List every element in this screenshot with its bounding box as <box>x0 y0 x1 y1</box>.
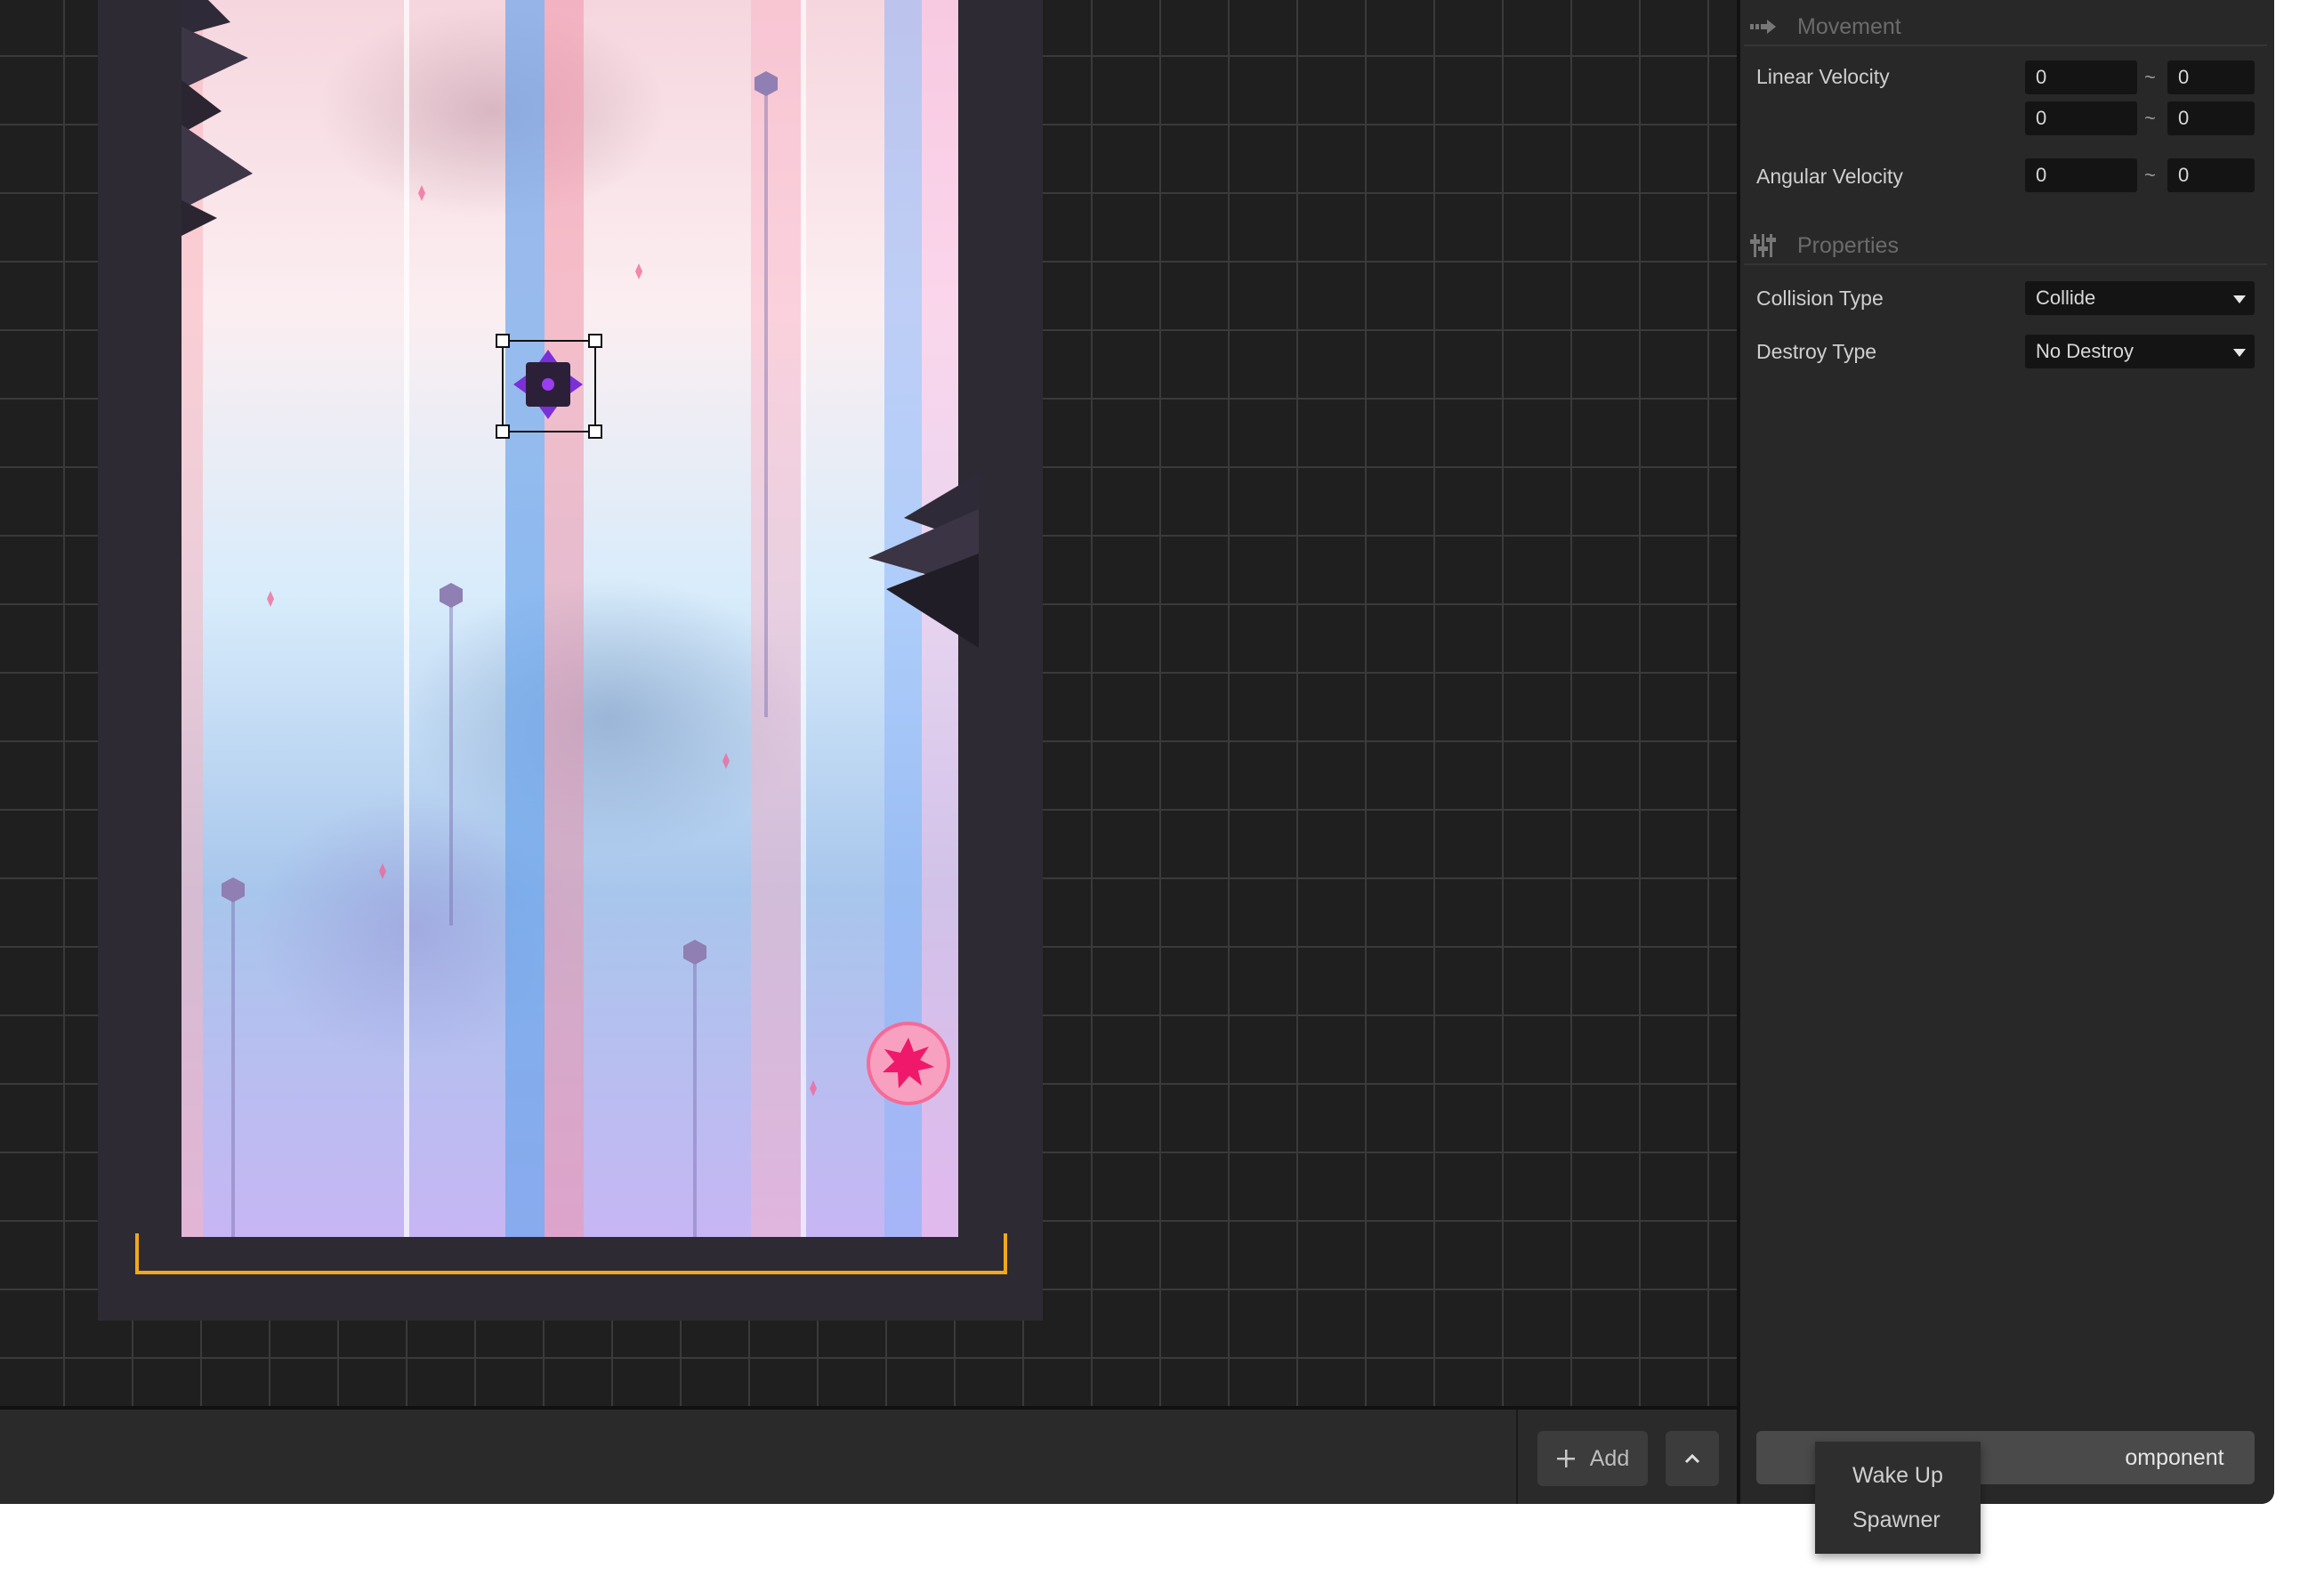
scene-stripe <box>545 0 584 1237</box>
menu-item-wake-up[interactable]: Wake Up <box>1852 1463 1943 1489</box>
resize-handle-bottom-right[interactable] <box>588 424 602 439</box>
inspector-panel <box>1737 0 2274 1504</box>
sparkle-icon <box>267 591 274 607</box>
angular-velocity-min-input[interactable]: 0 <box>2025 158 2137 192</box>
add-button[interactable]: Add <box>1537 1431 1648 1486</box>
hexagon-lamp-icon <box>440 583 463 608</box>
expand-button[interactable] <box>1666 1431 1719 1486</box>
scene-stripe <box>404 0 409 1237</box>
resize-handle-top-left[interactable] <box>496 334 510 348</box>
range-separator: ~ <box>2144 66 2156 88</box>
sparkle-icon <box>379 863 386 879</box>
left-spikes-icon <box>182 0 253 236</box>
chevron-up-icon <box>1684 1453 1700 1464</box>
lamp-pole <box>231 901 235 1237</box>
component-menu: Wake Up Spawner <box>1815 1442 1981 1554</box>
lamp-pole <box>449 605 453 925</box>
level-scene[interactable] <box>182 0 958 1237</box>
hexagon-lamp-icon <box>222 877 245 902</box>
bottom-toolbar: Add <box>0 1406 1737 1504</box>
scene-stripe <box>751 0 801 1237</box>
chevron-down-icon <box>2233 349 2246 357</box>
destroy-type-label: Destroy Type <box>1756 340 1877 363</box>
linear-velocity-label: Linear Velocity <box>1756 65 1890 88</box>
destroy-type-value: No Destroy <box>2036 340 2134 362</box>
movement-section-title: Movement <box>1797 13 1901 39</box>
collision-type-value: Collide <box>2036 287 2096 309</box>
editor-window: Add Movement Linear Velocity 0 ~ 0 0 ~ 0… <box>0 0 2274 1504</box>
angular-velocity-label: Angular Velocity <box>1756 165 1903 188</box>
chevron-down-icon <box>2233 295 2246 303</box>
linear-velocity-x-max-input[interactable]: 0 <box>2167 61 2255 94</box>
linear-velocity-y-min-input[interactable]: 0 <box>2025 101 2137 135</box>
lamp-pole <box>764 94 768 717</box>
angular-velocity-max-input[interactable]: 0 <box>2167 158 2255 192</box>
scene-stripe <box>505 0 545 1237</box>
sparkle-icon <box>418 185 425 201</box>
goal-zone-bracket <box>135 1233 1007 1274</box>
linear-velocity-x-min-input[interactable]: 0 <box>2025 61 2137 94</box>
movement-section-header[interactable]: Movement <box>1744 9 2267 46</box>
sparkle-icon <box>722 753 730 769</box>
sparkle-icon <box>635 263 642 279</box>
range-separator: ~ <box>2144 107 2156 129</box>
lamp-pole <box>693 963 697 1237</box>
scene-stripe <box>801 0 806 1237</box>
level-canvas[interactable] <box>0 0 1737 1406</box>
properties-section-header[interactable]: Properties <box>1744 228 2267 265</box>
add-component-label: omponent <box>2125 1444 2224 1470</box>
collision-type-label: Collision Type <box>1756 287 1884 310</box>
properties-section-title: Properties <box>1797 232 1899 258</box>
destroy-type-select[interactable]: No Destroy <box>2025 335 2255 368</box>
menu-item-spawner[interactable]: Spawner <box>1852 1507 1941 1533</box>
linear-velocity-y-max-input[interactable]: 0 <box>2167 101 2255 135</box>
sliders-icon <box>1744 234 1783 257</box>
resize-handle-top-right[interactable] <box>588 334 602 348</box>
arrow-right-icon <box>1744 20 1783 34</box>
range-separator: ~ <box>2144 164 2156 186</box>
starburst-icon <box>883 1038 934 1088</box>
resize-handle-bottom-left[interactable] <box>496 424 510 439</box>
add-button-label: Add <box>1589 1445 1630 1471</box>
right-spikes-icon <box>868 473 979 648</box>
plus-icon <box>1556 1450 1575 1467</box>
hexagon-lamp-icon <box>683 940 706 965</box>
collision-type-select[interactable]: Collide <box>2025 281 2255 315</box>
spiky-block-icon[interactable] <box>513 350 583 419</box>
toolbar-divider <box>1516 1410 1518 1504</box>
pink-orb[interactable] <box>867 1022 950 1105</box>
sparkle-icon <box>810 1080 817 1096</box>
